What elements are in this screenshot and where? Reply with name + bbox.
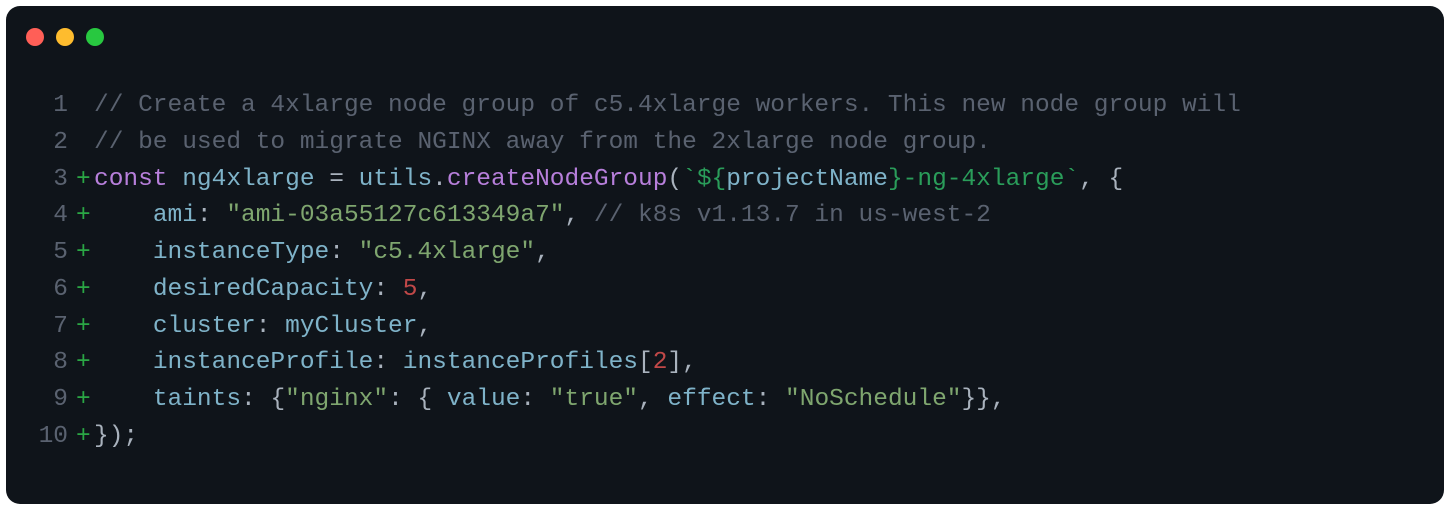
string: -ng-4xlarge: [903, 166, 1065, 193]
diff-marker: [76, 88, 94, 125]
code-line: 5 + instanceType: "c5.4xlarge",: [12, 235, 1424, 272]
code-line: 2 // be used to migrate NGINX away from …: [12, 125, 1424, 162]
identifier: ng4xlarge: [182, 166, 314, 193]
string: "c5.4xlarge": [359, 239, 535, 266]
line-number: 5: [12, 235, 76, 272]
comment: // be used to migrate NGINX away from th…: [94, 129, 991, 156]
code-line: 10 + });: [12, 419, 1424, 456]
diff-marker: [76, 125, 94, 162]
line-number: 4: [12, 198, 76, 235]
string: "ami-03a55127c613349a7": [226, 202, 564, 229]
code-line: 1 // Create a 4xlarge node group of c5.4…: [12, 88, 1424, 125]
property: effect: [667, 386, 755, 413]
identifier: utils: [359, 166, 433, 193]
comment: // Create a 4xlarge node group of c5.4xl…: [94, 92, 1241, 119]
identifier: projectName: [726, 166, 888, 193]
code-line: 9 + taints: {"nginx": { value: "true", e…: [12, 382, 1424, 419]
property: instanceProfile: [153, 349, 374, 376]
diff-marker: +: [76, 235, 94, 272]
code-line: 8 + instanceProfile: instanceProfiles[2]…: [12, 345, 1424, 382]
diff-marker: +: [76, 272, 94, 309]
line-number: 2: [12, 125, 76, 162]
function-call: createNodeGroup: [447, 166, 668, 193]
diff-marker: +: [76, 198, 94, 235]
diff-marker: +: [76, 345, 94, 382]
property: ami: [153, 202, 197, 229]
property: cluster: [153, 313, 256, 340]
close-icon[interactable]: [26, 28, 44, 46]
diff-marker: +: [76, 309, 94, 346]
diff-marker: +: [76, 162, 94, 199]
diff-marker: +: [76, 419, 94, 456]
string: "true": [550, 386, 638, 413]
comment: // k8s v1.13.7 in us-west-2: [579, 202, 991, 229]
line-number: 6: [12, 272, 76, 309]
string: "nginx": [285, 386, 388, 413]
string: "NoSchedule": [785, 386, 961, 413]
property: taints: [153, 386, 241, 413]
code-area: 1 // Create a 4xlarge node group of c5.4…: [6, 54, 1444, 466]
line-number: 8: [12, 345, 76, 382]
property: value: [447, 386, 521, 413]
line-number: 10: [12, 419, 76, 456]
diff-marker: +: [76, 382, 94, 419]
minimize-icon[interactable]: [56, 28, 74, 46]
keyword: const: [94, 166, 168, 193]
terminal-window: 1 // Create a 4xlarge node group of c5.4…: [6, 6, 1444, 504]
identifier: myCluster: [285, 313, 417, 340]
code-line: 7 + cluster: myCluster,: [12, 309, 1424, 346]
property: desiredCapacity: [153, 276, 374, 303]
code-line: 6 + desiredCapacity: 5,: [12, 272, 1424, 309]
line-number: 1: [12, 88, 76, 125]
line-number: 7: [12, 309, 76, 346]
number: 2: [653, 349, 668, 376]
code-line: 3 + const ng4xlarge = utils.createNodeGr…: [12, 162, 1424, 199]
line-number: 9: [12, 382, 76, 419]
identifier: instanceProfiles: [403, 349, 638, 376]
window-titlebar: [6, 16, 1444, 54]
property: instanceType: [153, 239, 329, 266]
zoom-icon[interactable]: [86, 28, 104, 46]
line-number: 3: [12, 162, 76, 199]
code-line: 4 + ami: "ami-03a55127c613349a7", // k8s…: [12, 198, 1424, 235]
number: 5: [403, 276, 418, 303]
